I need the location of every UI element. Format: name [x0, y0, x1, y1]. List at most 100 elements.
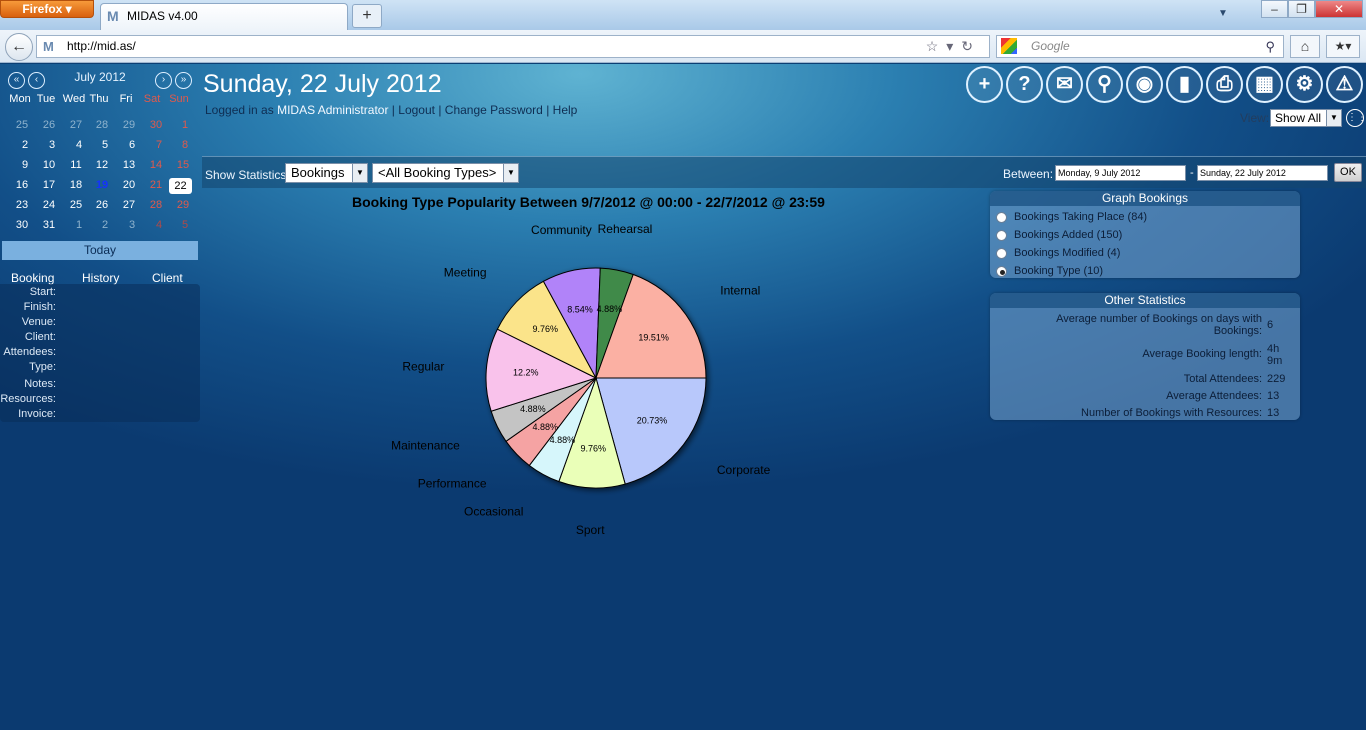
calendar-day[interactable]: 16 — [9, 179, 35, 191]
tab-client[interactable]: Client — [152, 271, 183, 285]
mail-icon[interactable]: ✉ — [1046, 66, 1083, 103]
tab-booking[interactable]: Booking — [11, 271, 54, 285]
ok-button[interactable]: OK — [1334, 163, 1362, 182]
settings-icon[interactable]: ⚙ — [1286, 66, 1323, 103]
calendar-day[interactable]: 26 — [36, 119, 62, 131]
calendar-week: 16 17 18 19 20 21 22 — [0, 177, 200, 195]
calendar-day[interactable]: 31 — [36, 219, 62, 231]
calendar-day[interactable]: 20 — [116, 179, 142, 191]
date-from-field[interactable]: Monday, 9 July 2012 — [1055, 165, 1186, 181]
calendar-day[interactable]: 3 — [119, 219, 145, 231]
weekday-label: Sun — [169, 93, 189, 105]
view-icon[interactable]: ◉ — [1126, 66, 1163, 103]
calendar-day[interactable]: 24 — [36, 199, 62, 211]
chevron-down-icon: ▼ — [1326, 110, 1341, 126]
calendar-day[interactable]: 18 — [63, 179, 89, 191]
calendar-day[interactable]: 11 — [63, 159, 89, 171]
home-icon[interactable]: ⌂ — [1290, 35, 1320, 58]
calendar-day[interactable]: 1 — [172, 119, 198, 131]
user-link[interactable]: MIDAS Administrator — [277, 103, 388, 117]
change-password-link[interactable]: Change Password — [445, 103, 543, 117]
next-month-icon[interactable]: › — [155, 72, 172, 89]
add-icon[interactable]: + — [966, 66, 1003, 103]
browser-tab[interactable]: M MIDAS v4.00 — [100, 3, 348, 30]
help-icon[interactable]: ? — [1006, 66, 1043, 103]
radio-button[interactable] — [996, 212, 1007, 223]
firefox-menu-button[interactable]: Firefox ▾ — [0, 0, 94, 18]
help-link[interactable]: Help — [553, 103, 578, 117]
url-bar[interactable]: M http://mid.as/ ☆▾↻ — [36, 35, 990, 58]
calendar-day[interactable]: 25 — [63, 199, 89, 211]
search-bar[interactable]: Google ⚲ — [996, 35, 1284, 58]
calendar-day[interactable]: 23 — [9, 199, 35, 211]
search-icon[interactable]: ⚲ — [1265, 36, 1275, 57]
date-to-field[interactable]: Sunday, 22 July 2012 — [1197, 165, 1328, 181]
calendar-day[interactable]: 1 — [66, 219, 92, 231]
calculator-icon[interactable]: ▦ — [1246, 66, 1283, 103]
calendar-day[interactable]: 30 — [143, 119, 169, 131]
calendar-day[interactable]: 10 — [36, 159, 62, 171]
radio-button[interactable] — [996, 230, 1007, 241]
calendar-day[interactable]: 25 — [9, 119, 35, 131]
calendar-day[interactable]: 15 — [170, 159, 196, 171]
calendar-day[interactable]: 2 — [12, 139, 38, 151]
calendar-day[interactable]: 21 — [143, 179, 169, 191]
calendar-day[interactable]: 28 — [143, 199, 169, 211]
calendar-week: 30 31 1 2 3 4 5 — [0, 217, 200, 235]
calendar-day[interactable]: 27 — [116, 199, 142, 211]
calendar-day[interactable]: 29 — [170, 199, 196, 211]
calendar-day[interactable]: 30 — [9, 219, 35, 231]
pie-slice-regular — [485, 328, 598, 412]
calendar-day[interactable]: 28 — [89, 119, 115, 131]
calendar-day-today[interactable]: 22 — [169, 178, 192, 194]
view-select[interactable]: Show All ▼ — [1270, 109, 1342, 127]
logout-link[interactable]: Logout — [398, 103, 435, 117]
back-icon[interactable]: ← — [5, 33, 33, 61]
tab-list-icon[interactable]: ▼ — [1218, 8, 1228, 19]
field-label: Notes: — [24, 378, 56, 390]
minimize-icon[interactable]: – — [1261, 0, 1288, 18]
tab-history[interactable]: History — [82, 271, 119, 285]
stat-label: Total Attendees: — [1183, 373, 1262, 385]
calendar-day[interactable]: 13 — [116, 159, 142, 171]
close-window-icon[interactable]: ✕ — [1315, 0, 1363, 18]
calendar-day[interactable]: 12 — [89, 159, 115, 171]
calendar-day[interactable]: 26 — [89, 199, 115, 211]
calendar-day[interactable]: 2 — [92, 219, 118, 231]
today-button[interactable]: Today — [2, 241, 198, 260]
statistics-icon[interactable]: ▮ — [1166, 66, 1203, 103]
stat-row: Number of Bookings with Resources: 13 — [990, 407, 1300, 421]
radio-button-selected[interactable] — [996, 266, 1007, 277]
graph-option-label: Bookings Taking Place (84) — [1014, 211, 1148, 223]
radio-button[interactable] — [996, 248, 1007, 259]
calendar-day[interactable]: 9 — [12, 159, 38, 171]
calendar-day-current[interactable]: 19 — [89, 179, 115, 191]
calendar-day[interactable]: 7 — [146, 139, 172, 151]
calendar-day[interactable]: 5 — [92, 139, 118, 151]
calendar-day[interactable]: 8 — [172, 139, 198, 151]
pie-slice-internal — [595, 273, 707, 379]
calendar-day[interactable]: 17 — [36, 179, 62, 191]
bookmark-star-icon[interactable]: ☆▾↻ — [926, 36, 981, 57]
calendar-day[interactable]: 5 — [172, 219, 198, 231]
calendar-day[interactable]: 27 — [63, 119, 89, 131]
new-tab-button[interactable]: + — [352, 4, 382, 28]
calendar-day[interactable]: 4 — [146, 219, 172, 231]
calendar-day[interactable]: 4 — [66, 139, 92, 151]
next-year-icon[interactable]: » — [175, 72, 192, 89]
booking-type-select[interactable]: <All Booking Types> ▼ — [372, 163, 519, 183]
bookmarks-icon[interactable]: ★▾ — [1326, 35, 1360, 58]
alert-icon[interactable]: ⚠ — [1326, 66, 1363, 103]
pie-slice-rehearsal — [595, 267, 634, 379]
pie-slice-maintenance — [490, 377, 597, 442]
statistic-select[interactable]: Bookings ▼ — [285, 163, 368, 183]
calendar-day[interactable]: 3 — [39, 139, 65, 151]
stat-row: Total Attendees: 229 — [990, 373, 1300, 387]
calendar-day[interactable]: 29 — [116, 119, 142, 131]
maximize-icon[interactable]: ❐ — [1288, 0, 1315, 18]
calendar-day[interactable]: 14 — [143, 159, 169, 171]
search-icon[interactable]: ⚲ — [1086, 66, 1123, 103]
print-icon[interactable]: ⎙ — [1206, 66, 1243, 103]
grid-icon[interactable]: ⋮⋮ — [1346, 109, 1366, 127]
calendar-day[interactable]: 6 — [119, 139, 145, 151]
